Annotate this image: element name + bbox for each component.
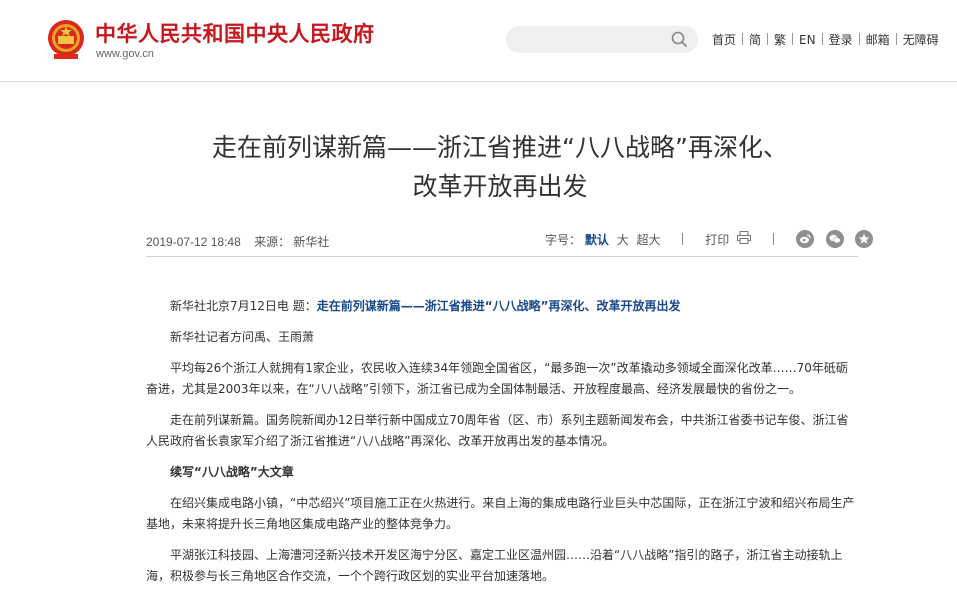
search-input[interactable]	[506, 26, 698, 53]
print-button[interactable]: 打印	[705, 230, 752, 248]
nav-simplified-link[interactable]: 简	[749, 31, 761, 48]
nav-divider	[742, 33, 744, 45]
favorite-star-icon	[859, 233, 870, 244]
favorite-button[interactable]	[855, 230, 874, 248]
weibo-icon	[799, 234, 811, 244]
font-size-large[interactable]: 大	[617, 231, 629, 248]
article-paragraph: 在绍兴集成电路小镇，“中芯绍兴”项目施工正在火热进行。来自上海的集成电路行业巨头…	[146, 496, 855, 531]
article-tools: 字号： 默认 大 超大 打印	[545, 230, 874, 248]
article-body: 新华社北京7月12日电 题：走在前列谋新篇——浙江省推进“八八战略”再深化、改革…	[146, 296, 858, 597]
nav-home-link[interactable]: 首页	[712, 31, 736, 48]
article-meta: 2019-07-12 18:48 来源： 新华社	[146, 233, 339, 250]
tools-divider	[772, 233, 774, 245]
nav-accessibility-link[interactable]: 无障碍	[903, 31, 939, 48]
nav-divider	[792, 33, 794, 45]
nav-traditional-link[interactable]: 繁	[774, 31, 786, 48]
article-title-line: 走在前列谋新篇——浙江省推进“八八战略”再深化、	[212, 133, 788, 162]
article-paragraph: 平湖张江科技园、上海漕河泾新兴技术开发区海宁分区、嘉定工业区温州园……沿着“八八…	[146, 548, 843, 583]
article-source: 来源： 新华社	[254, 235, 330, 249]
nav-mail-link[interactable]: 邮箱	[866, 31, 890, 48]
meta-divider	[146, 256, 858, 257]
search-icon[interactable]	[671, 31, 688, 48]
nav-divider	[858, 33, 860, 45]
font-size-xlarge[interactable]: 超大	[637, 231, 661, 248]
article-lead: 新华社北京7月12日电 题：走在前列谋新篇——浙江省推进“八八战略”再深化、改革…	[146, 296, 858, 317]
nav-divider	[895, 33, 897, 45]
font-size-label: 字号：	[545, 232, 582, 247]
article-subheading: 续写“八八战略”大文章	[170, 465, 294, 479]
nav-divider	[767, 33, 769, 45]
weibo-share-button[interactable]	[795, 230, 814, 248]
print-icon	[737, 230, 752, 244]
nav-english-link[interactable]: EN	[799, 33, 816, 47]
site-header: 中华人民共和国中央人民政府 www.gov.cn 首页简繁 EN 登录 邮箱 无障碍	[0, 0, 957, 82]
lead-title-link[interactable]: 走在前列谋新篇——浙江省推进“八八战略”再深化、改革开放再出发	[317, 299, 681, 313]
article-paragraph: 新华社记者方问禹、王雨萧	[170, 330, 315, 344]
font-size-default[interactable]: 默认	[585, 231, 609, 248]
publish-date: 2019-07-12 18:48	[146, 235, 241, 249]
wechat-share-button[interactable]	[825, 230, 844, 248]
article-paragraph: 走在前列谋新篇。国务院新闻办12日举行新中国成立70周年省（区、市）系列主题新闻…	[146, 413, 849, 448]
site-title[interactable]: 中华人民共和国中央人民政府	[95, 18, 375, 48]
tools-divider	[682, 233, 684, 245]
lead-dateline: 新华社北京7月12日电 题：	[170, 299, 317, 313]
print-label: 打印	[705, 232, 730, 247]
top-nav: 首页简繁 EN 登录 邮箱 无障碍	[712, 31, 939, 48]
wechat-icon	[829, 234, 841, 244]
nav-login-link[interactable]: 登录	[829, 31, 853, 48]
site-url: www.gov.cn	[96, 48, 154, 60]
article-title-line: 改革开放再出发	[412, 172, 588, 201]
nav-divider	[821, 33, 823, 45]
article-paragraph: 平均每26个浙江人就拥有1家企业，农民收入连续34年领跑全国省区，“最多跑一次”…	[146, 361, 848, 396]
article-title: 走在前列谋新篇——浙江省推进“八八战略”再深化、 改革开放再出发	[140, 128, 860, 206]
national-emblem-icon[interactable]	[46, 18, 86, 60]
